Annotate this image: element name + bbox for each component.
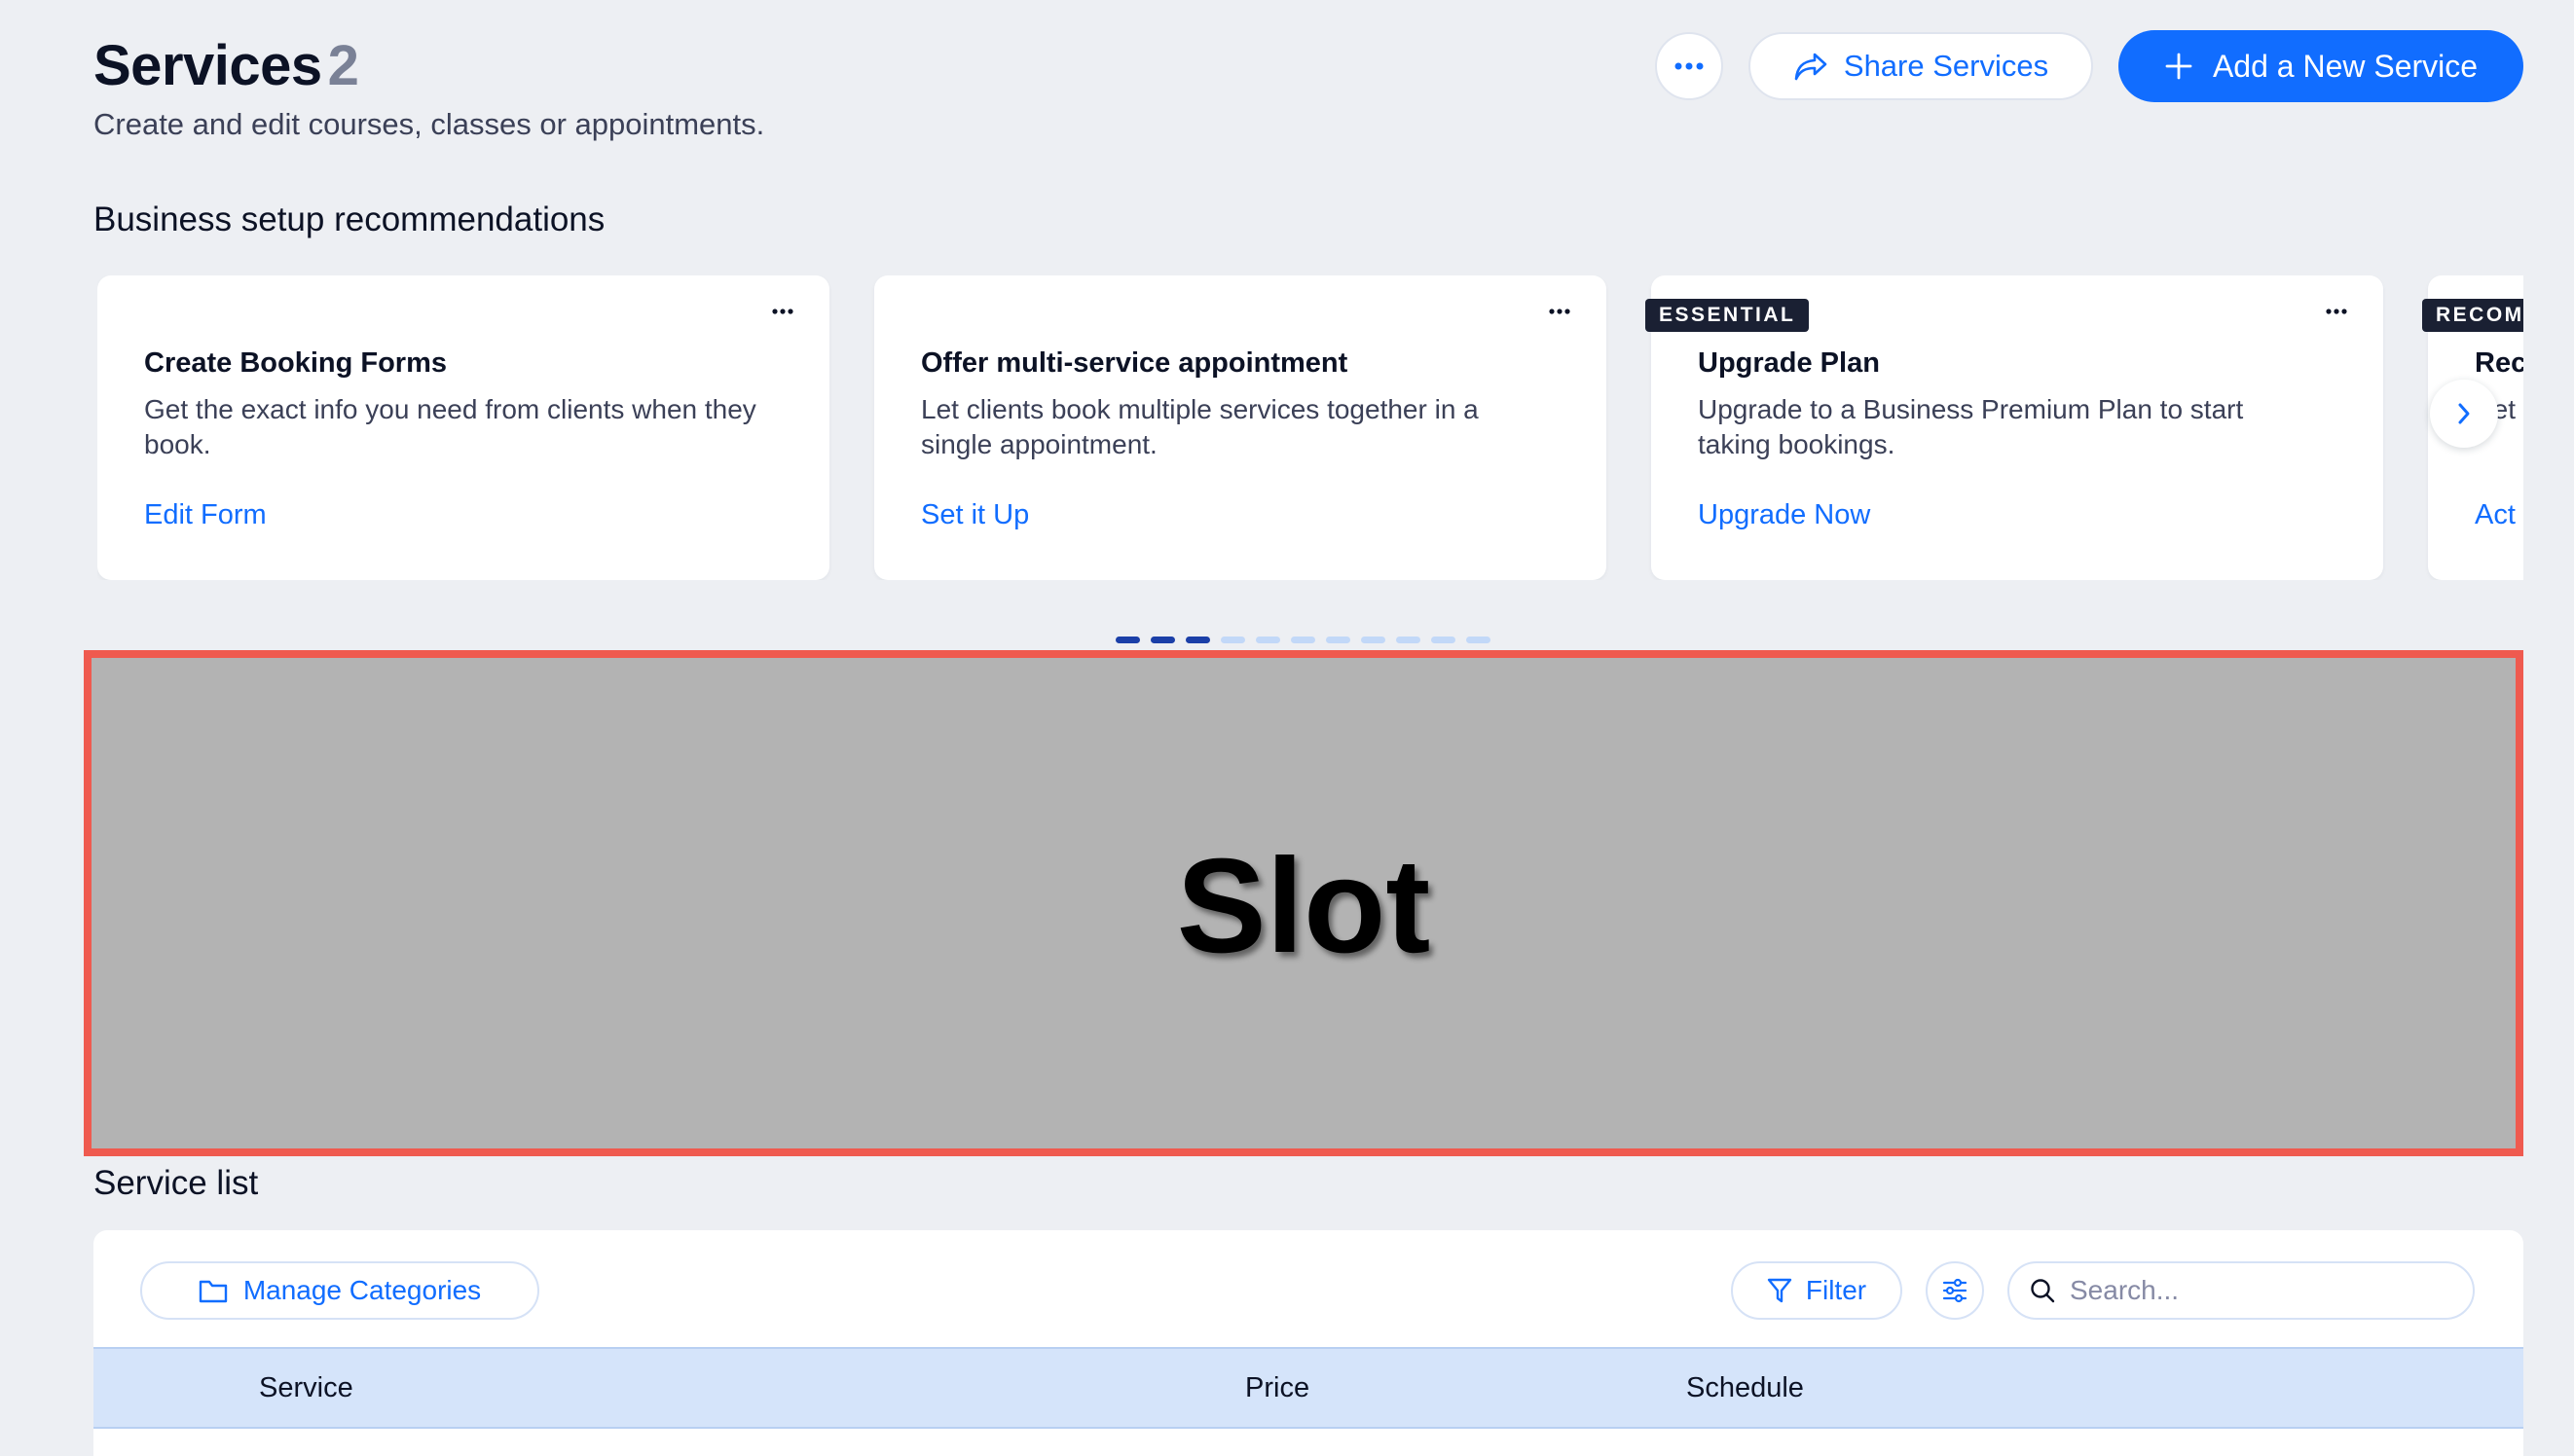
add-new-service-label: Add a New Service [2212,48,2479,84]
card-menu-button[interactable] [1540,297,1579,326]
recommendation-card: ESSENTIAL Upgrade Plan Upgrade to a Busi… [1645,275,2383,580]
filter-label: Filter [1805,1275,1867,1305]
carousel-dot[interactable] [1326,637,1350,643]
carousel-dot[interactable] [1116,637,1140,643]
filter-icon [1767,1278,1792,1303]
card-action-link[interactable]: Act [2475,499,2516,531]
table-settings-button[interactable] [1926,1261,1984,1320]
filter-button[interactable]: Filter [1731,1261,1902,1320]
more-horizontal-icon [1549,309,1570,314]
table-header: Service Price Schedule [93,1347,2523,1429]
manage-categories-button[interactable]: Manage Categories [140,1261,539,1320]
share-services-button[interactable]: Share Services [1748,32,2093,100]
recommendations-carousel: Create Booking Forms Get the exact info … [97,275,2523,580]
page-subtitle: Create and edit courses, classes or appo… [93,107,765,141]
carousel-dot[interactable] [1396,637,1420,643]
carousel-dot[interactable] [1221,637,1245,643]
manage-categories-label: Manage Categories [242,1275,482,1305]
recommendation-card: Create Booking Forms Get the exact info … [97,275,829,580]
page-title: Services 2 [93,33,359,98]
services-count: 2 [327,34,359,97]
carousel-dot[interactable] [1186,637,1210,643]
service-list-title: Service list [93,1164,259,1202]
card-action-link[interactable]: Upgrade Now [1698,499,1870,531]
page-title-text: Services [93,34,322,97]
card-menu-button[interactable] [2317,297,2356,326]
card-description: Let clients book multiple services toget… [921,394,1479,459]
column-header-service[interactable]: Service [259,1372,353,1404]
carousel-dot[interactable] [1361,637,1385,643]
add-new-service-button[interactable]: Add a New Service [2118,30,2523,102]
search-icon [2031,1279,2055,1303]
card-menu-button[interactable] [763,297,802,326]
card-action-link[interactable]: Edit Form [144,499,267,531]
card-title: Offer multi-service appointment [921,347,1348,379]
search-field[interactable] [2007,1261,2475,1320]
more-actions-button[interactable] [1655,32,1723,100]
plus-icon [2165,53,2192,80]
search-input[interactable] [2070,1275,2440,1306]
chevron-right-icon [2458,403,2470,424]
slot-placeholder: Slot [84,650,2523,1156]
carousel-dot[interactable] [1151,637,1175,643]
share-icon [1794,53,1827,81]
folder-icon [199,1280,228,1303]
sliders-icon [1942,1278,1967,1303]
more-horizontal-icon [2326,309,2347,314]
carousel-next-button[interactable] [2430,380,2498,448]
carousel-dot[interactable] [1291,637,1315,643]
card-title: Upgrade Plan [1698,347,1880,379]
services-page: Services 2 Create and edit courses, class… [0,0,2574,1456]
card-description: Upgrade to a Business Premium Plan to st… [1698,394,2244,459]
service-list-panel: Manage Categories Filter Service Price S… [93,1230,2523,1456]
recommendations-title: Business setup recommendations [93,200,606,238]
carousel-dot[interactable] [1466,637,1490,643]
share-services-label: Share Services [1843,49,2049,83]
carousel-dot[interactable] [1256,637,1280,643]
card-title: Rec [2475,347,2523,379]
card-action-link[interactable]: Set it Up [921,499,1029,531]
card-title: Create Booking Forms [144,347,447,379]
column-header-price[interactable]: Price [1245,1372,1309,1404]
more-horizontal-icon [1674,62,1704,70]
carousel-pagination [1116,637,1490,643]
more-horizontal-icon [772,309,793,314]
card-badge: ESSENTIAL [1645,299,1810,332]
slot-label: Slot [1176,830,1431,981]
card-description: Get the exact info you need from clients… [144,394,756,459]
column-header-schedule[interactable]: Schedule [1686,1372,1804,1404]
carousel-dot[interactable] [1431,637,1455,643]
card-badge: RECOM [2422,299,2523,332]
recommendation-card: Offer multi-service appointment Let clie… [874,275,1606,580]
